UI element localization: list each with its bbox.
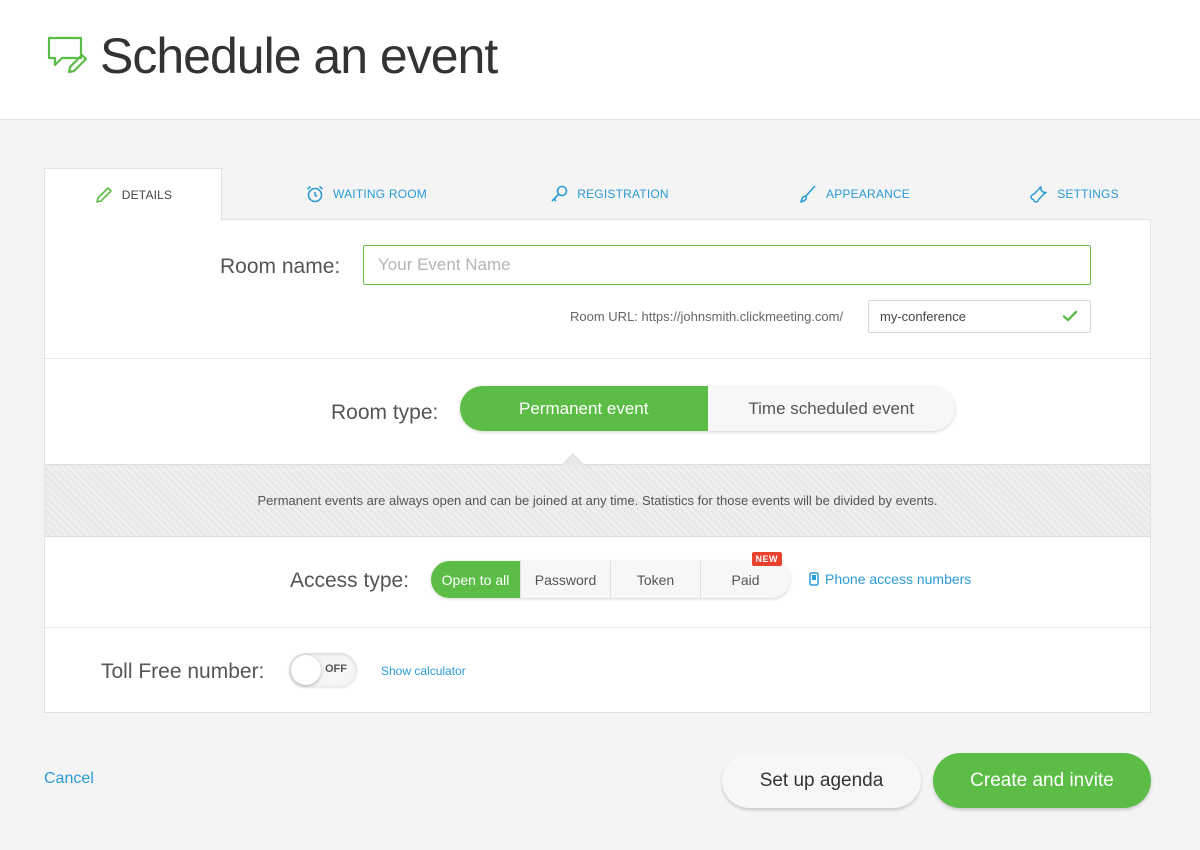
access-paid-option[interactable]: Paid NEW <box>700 552 790 598</box>
toll-free-section: Toll Free number: OFF Show calculator <box>45 628 1150 714</box>
permanent-event-option[interactable]: Permanent event <box>460 386 708 431</box>
phone-access-numbers-link[interactable]: Phone access numbers <box>809 571 971 587</box>
access-type-switch: Open to all Password Token Paid NEW <box>431 552 790 598</box>
room-url-slug-input[interactable] <box>868 300 1091 333</box>
pencil-icon <box>95 187 112 203</box>
tab-bar: DETAILS WAITING ROOM REGISTRATION APPEAR… <box>44 168 1151 221</box>
room-name-section: Room name: Room URL: https://johnsmith.c… <box>45 220 1150 359</box>
alarm-clock-icon <box>307 185 324 203</box>
key-icon <box>551 185 568 202</box>
new-badge: NEW <box>751 552 782 566</box>
room-type-label: Room type: <box>331 401 439 424</box>
tab-details[interactable]: DETAILS <box>44 168 222 221</box>
room-name-input[interactable] <box>363 245 1091 285</box>
tab-label: APPEARANCE <box>825 187 911 201</box>
access-type-section: Access type: Open to all Password Token … <box>45 537 1150 628</box>
page-title: Schedule an event <box>100 28 498 84</box>
checkmark-icon <box>1062 310 1078 322</box>
details-panel: Room name: Room URL: https://johnsmith.c… <box>44 219 1151 713</box>
room-type-description: Permanent events are always open and can… <box>257 493 938 508</box>
room-url-label: Room URL: https://johnsmith.clickmeeting… <box>570 309 844 324</box>
time-scheduled-event-option[interactable]: Time scheduled event <box>708 386 956 431</box>
toggle-state: OFF <box>325 663 347 675</box>
access-token-option[interactable]: Token <box>610 561 700 598</box>
room-type-info: Permanent events are always open and can… <box>45 454 1150 537</box>
access-password-option[interactable]: Password <box>520 561 610 598</box>
brush-icon <box>800 185 816 203</box>
tab-label: REGISTRATION <box>577 187 669 201</box>
wrench-icon <box>1030 186 1047 203</box>
room-name-label: Room name: <box>220 255 341 278</box>
tab-label: WAITING ROOM <box>333 187 427 201</box>
tab-waiting-room[interactable]: WAITING ROOM <box>276 168 456 220</box>
phone-icon <box>809 572 819 586</box>
toggle-knob <box>291 655 321 685</box>
create-and-invite-button[interactable]: Create and invite <box>933 753 1151 808</box>
tab-registration[interactable]: REGISTRATION <box>524 168 694 220</box>
chat-edit-icon <box>47 36 88 74</box>
toll-free-toggle[interactable]: OFF <box>289 653 357 687</box>
phone-access-label: Phone access numbers <box>825 571 972 587</box>
room-type-switch: Permanent event Time scheduled event <box>460 386 955 431</box>
toll-free-label: Toll Free number: <box>101 660 265 683</box>
tab-settings[interactable]: SETTINGS <box>999 168 1149 220</box>
set-up-agenda-button[interactable]: Set up agenda <box>722 753 921 808</box>
access-open-option[interactable]: Open to all <box>431 561 520 598</box>
tab-appearance[interactable]: APPEARANCE <box>774 168 934 220</box>
show-calculator-link[interactable]: Show calculator <box>381 664 466 678</box>
page-header: Schedule an event <box>0 0 1200 120</box>
access-type-label: Access type: <box>290 569 410 592</box>
access-paid-label: Paid <box>731 571 760 588</box>
room-type-section: Room type: Permanent event Time schedule… <box>45 359 1150 464</box>
tab-label: DETAILS <box>121 188 173 202</box>
cancel-link[interactable]: Cancel <box>44 770 94 788</box>
tab-label: SETTINGS <box>1057 187 1119 201</box>
